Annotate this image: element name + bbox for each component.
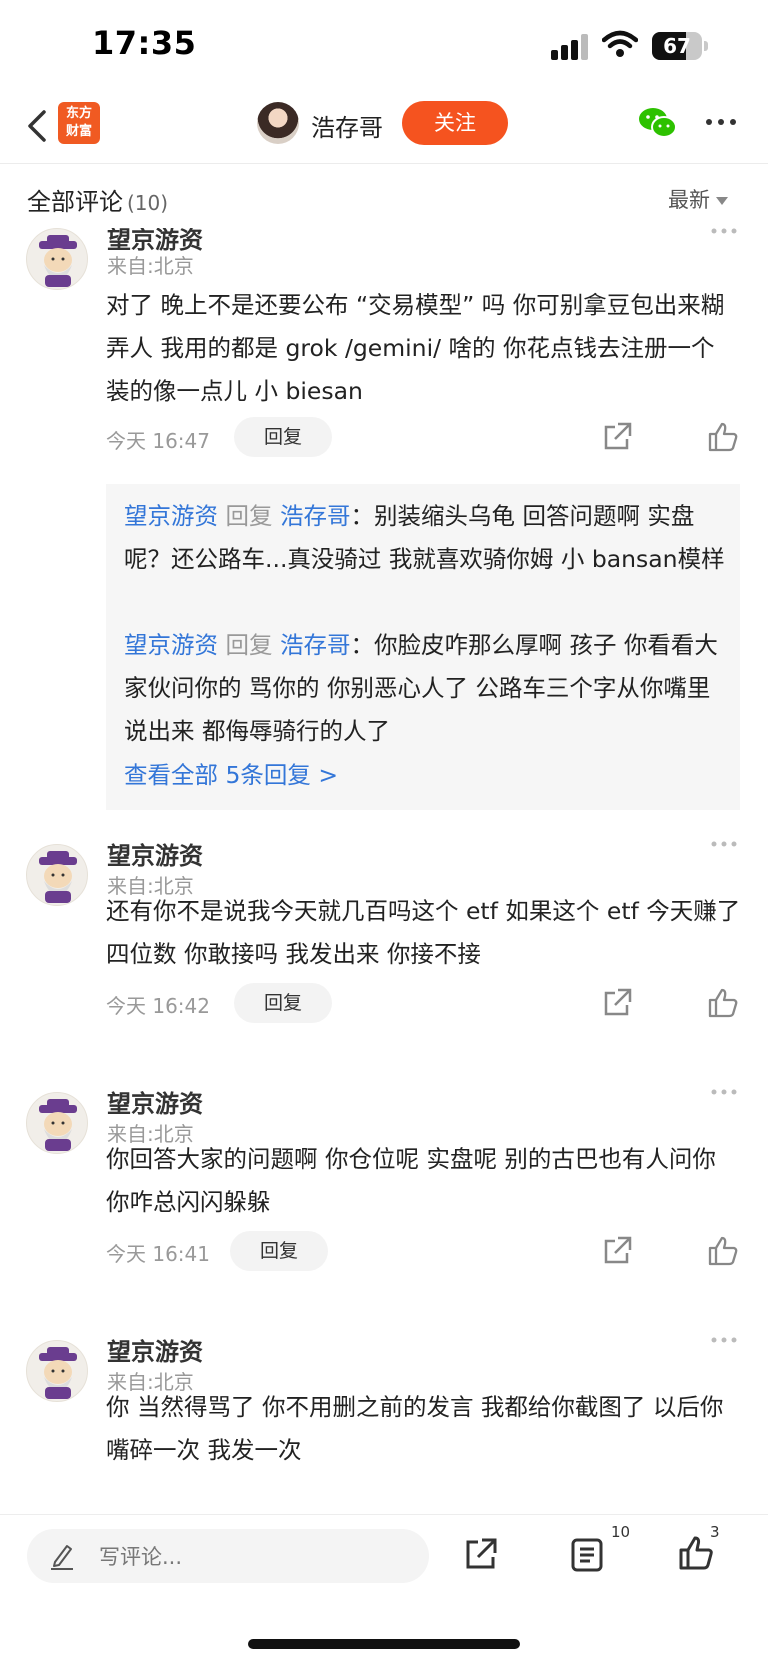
thumbs-up-icon[interactable] — [707, 987, 739, 1019]
reply-author: 望京游资 — [124, 631, 218, 659]
commenter-name[interactable]: 望京游资 — [107, 836, 203, 871]
commenter-avatar[interactable] — [26, 1092, 88, 1154]
reply-target: 浩存哥 — [279, 502, 351, 530]
share-icon[interactable] — [601, 1235, 633, 1267]
reply-item[interactable]: 望京游资 回复 浩存哥：你脸皮咋那么厚啊 孩子 你看看大家伙问你的 骂你的 你别… — [124, 624, 728, 753]
share-icon[interactable] — [464, 1537, 498, 1571]
avatar-icon — [39, 1099, 77, 1151]
bottom-action-bar: 写评论... 10 3 — [0, 1514, 768, 1662]
reply-button[interactable]: 回复 — [234, 417, 332, 457]
reply-author: 望京游资 — [124, 502, 218, 530]
commenter-avatar[interactable] — [26, 844, 88, 906]
home-indicator[interactable] — [248, 1639, 520, 1649]
wechat-share-icon[interactable] — [638, 106, 678, 140]
share-icon[interactable] — [601, 421, 633, 453]
comments-title: 全部评论 (10) — [27, 188, 169, 216]
sort-dropdown[interactable]: 最新 — [668, 184, 728, 214]
cellular-signal-icon — [551, 34, 588, 60]
commenter-name[interactable]: 望京游资 — [107, 1332, 203, 1367]
author-avatar[interactable] — [257, 102, 299, 144]
app-logo: 东方 财富 — [58, 102, 100, 144]
comment-count-badge: 10 — [611, 1523, 631, 1541]
wifi-icon — [602, 30, 638, 57]
avatar-icon — [39, 1347, 77, 1399]
author-name[interactable]: 浩存哥 — [311, 108, 383, 143]
battery-level: 67 — [663, 34, 691, 58]
reply-item[interactable]: 望京游资 回复 浩存哥：别装缩头乌龟 回答问题啊 实盘呢？还公路车...真没骑过… — [124, 495, 728, 581]
reply-button[interactable]: 回复 — [230, 1231, 328, 1271]
comment-item: 望京游资 来自:北京 还有你不是说我今天就几百吗这个 etf 如果这个 etf … — [0, 826, 768, 1056]
share-icon[interactable] — [601, 987, 633, 1019]
caret-down-icon — [716, 197, 728, 205]
thumbs-up-icon[interactable] — [707, 421, 739, 453]
comment-time: 今天 16:42 — [106, 994, 210, 1018]
thumbs-up-icon[interactable] — [707, 1235, 739, 1267]
back-icon[interactable] — [20, 104, 56, 148]
comment-text: 对了 晚上不是还要公布 “交易模型” 吗 你可别拿豆包出来糊弄人 我用的都是 g… — [106, 291, 725, 405]
comment-more-icon[interactable] — [710, 1087, 738, 1097]
commenter-location: 来自:北京 — [107, 254, 194, 278]
like-count-badge: 3 — [710, 1523, 720, 1541]
status-time: 17:35 — [92, 24, 197, 62]
comment-text: 你回答大家的问题啊 你仓位呢 实盘呢 别的古巴也有人问你 你咋总闪闪躲躲 — [106, 1145, 716, 1216]
comment-more-icon[interactable] — [710, 228, 738, 236]
reply-verb: 回复 — [225, 631, 273, 659]
thumbs-up-icon[interactable] — [678, 1535, 714, 1571]
commenter-avatar[interactable] — [26, 228, 88, 290]
avatar-icon — [39, 235, 77, 287]
comment-item: 望京游资 来自:北京 对了 晚上不是还要公布 “交易模型” 吗 你可别拿豆包出来… — [0, 228, 768, 810]
reply-thread: 望京游资 回复 浩存哥：别装缩头乌龟 回答问题啊 实盘呢？还公路车...真没骑过… — [106, 484, 740, 810]
comment-more-icon[interactable] — [710, 1335, 738, 1345]
reply-verb: 回复 — [225, 502, 273, 530]
comment-compose-field[interactable]: 写评论... — [27, 1529, 429, 1583]
comment-more-icon[interactable] — [710, 839, 738, 849]
reply-target: 浩存哥 — [279, 631, 351, 659]
comments-header: 全部评论 (10) 最新 — [0, 164, 768, 228]
comment-time: 今天 16:41 — [106, 1242, 210, 1266]
comments-count: (10) — [127, 191, 169, 215]
comment-text: 你 当然得骂了 你不用删之前的发言 我都给你截图了 以后你嘴碎一次 我发一次 — [106, 1393, 724, 1464]
reply-button[interactable]: 回复 — [234, 983, 332, 1023]
comment-item: 望京游资 来自:北京 你回答大家的问题啊 你仓位呢 实盘呢 别的古巴也有人问你 … — [0, 1074, 768, 1304]
battery-icon: 67 — [652, 32, 708, 60]
top-nav: 东方 财富 浩存哥 关注 — [0, 90, 768, 164]
commenter-avatar[interactable] — [26, 1340, 88, 1402]
comment-time: 今天 16:47 — [106, 429, 210, 453]
comments-icon[interactable] — [570, 1537, 604, 1573]
comment-text: 还有你不是说我今天就几百吗这个 etf 如果这个 etf 今天赚了 四位数 你敢… — [106, 897, 741, 968]
avatar-icon — [39, 851, 77, 903]
follow-button[interactable]: 关注 — [402, 101, 508, 145]
pencil-icon — [51, 1545, 73, 1570]
status-bar: 17:35 67 — [0, 0, 768, 90]
more-options-icon[interactable] — [704, 112, 738, 132]
compose-placeholder: 写评论... — [99, 1545, 183, 1569]
commenter-name[interactable]: 望京游资 — [107, 1084, 203, 1119]
comment-item: 望京游资 来自:北京 你 当然得骂了 你不用删之前的发言 我都给你截图了 以后你… — [0, 1322, 768, 1514]
comment-feed[interactable]: 望京游资 来自:北京 对了 晚上不是还要公布 “交易模型” 吗 你可别拿豆包出来… — [0, 228, 768, 1514]
view-all-replies-link[interactable]: 查看全部 5条回复 > — [124, 756, 338, 790]
